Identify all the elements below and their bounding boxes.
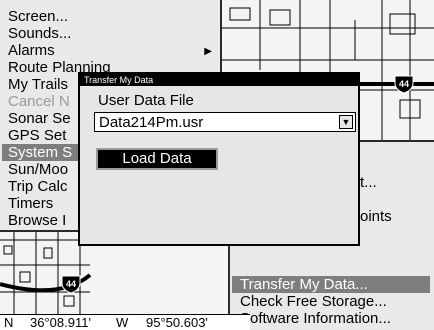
- submenu-item-software-information[interactable]: Software Information...: [240, 310, 391, 327]
- highway-shield-icon: 44: [61, 275, 81, 294]
- dropdown-arrow-icon[interactable]: ▼: [339, 115, 353, 129]
- submenu-item-transfer-my-data[interactable]: Transfer My Data...: [232, 276, 430, 293]
- menu-item-sonar-setup[interactable]: Sonar Se: [8, 110, 71, 127]
- submenu-item-partial-1[interactable]: t...: [360, 174, 377, 191]
- latitude-hemisphere: N: [4, 315, 14, 330]
- menu-item-screen[interactable]: Screen...: [8, 8, 68, 25]
- highway-shield-icon: 44: [394, 75, 414, 94]
- submenu-arrow-icon: ▶: [204, 46, 212, 57]
- menu-item-browse[interactable]: Browse I: [8, 212, 66, 229]
- user-data-file-value: Data214Pm.usr: [99, 114, 204, 131]
- menu-item-alarms[interactable]: Alarms ▶: [8, 42, 212, 59]
- sonar-gps-screen: 44 44 Screen... Sounds... Alarms ▶ Route…: [0, 0, 434, 330]
- load-data-button[interactable]: Load Data: [96, 148, 218, 170]
- transfer-my-data-dialog: Transfer My Data User Data File Data214P…: [78, 72, 360, 246]
- submenu-item-check-free-storage[interactable]: Check Free Storage...: [240, 293, 387, 310]
- user-data-file-label: User Data File: [98, 92, 194, 109]
- user-data-file-select[interactable]: Data214Pm.usr ▼: [94, 112, 356, 132]
- menu-item-cancel-navigation[interactable]: Cancel N: [8, 93, 70, 110]
- highway-shield-number: 44: [66, 279, 76, 289]
- menu-item-gps-setup[interactable]: GPS Set: [8, 127, 66, 144]
- menu-item-sounds[interactable]: Sounds...: [8, 25, 71, 42]
- menu-item-sun-moon[interactable]: Sun/Moo: [8, 161, 68, 178]
- dialog-title: Transfer My Data: [80, 74, 358, 86]
- submenu-item-partial-2[interactable]: oints: [360, 208, 392, 225]
- menu-item-my-trails[interactable]: My Trails: [8, 76, 68, 93]
- longitude-value: 95°50.603': [146, 315, 208, 330]
- longitude-hemisphere: W: [116, 315, 129, 330]
- highway-shield-number: 44: [399, 79, 409, 89]
- menu-item-alarms-label: Alarms: [8, 42, 55, 59]
- menu-item-trip-calculator[interactable]: Trip Calc: [8, 178, 67, 195]
- menu-item-timers[interactable]: Timers: [8, 195, 53, 212]
- latitude-value: 36°08.911': [30, 315, 91, 330]
- position-status-bar: N 36°08.911' W 95°50.603': [0, 314, 250, 330]
